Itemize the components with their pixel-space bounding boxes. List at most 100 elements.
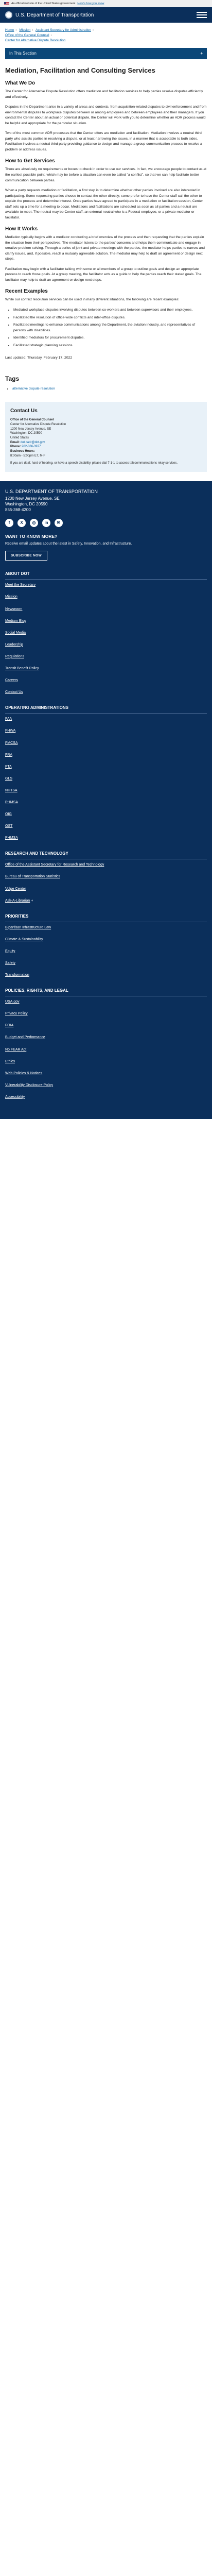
phone-link[interactable]: 202-366-3977	[22, 445, 41, 448]
contact-phone-row: Phone: 202-366-3977	[10, 445, 202, 449]
email-icon[interactable]: ✉	[55, 519, 63, 528]
breadcrumb-asa[interactable]: Assistant Secretary for Administration	[36, 28, 91, 32]
footer-link[interactable]: Volpe Center	[5, 887, 26, 891]
list-item: Facilitated the resolution of office-wid…	[13, 315, 207, 321]
footer-link[interactable]: GLS	[5, 777, 12, 781]
what-we-do-heading: What We Do	[5, 80, 36, 87]
footer-link[interactable]: Regulations	[5, 655, 24, 658]
footer-link[interactable]: Budget and Performance	[5, 1036, 45, 1039]
gov-banner: An official website of the United States…	[0, 0, 212, 7]
footer-link[interactable]: Safety	[5, 961, 15, 965]
footer-link[interactable]: Careers	[5, 679, 18, 682]
paragraph: Two of the most common ADR processes tha…	[5, 131, 202, 151]
footer-link[interactable]: Contact Us	[5, 690, 23, 694]
contact-org: Office of the General Counsel	[10, 418, 54, 422]
footer-link[interactable]: Transformation	[5, 973, 29, 977]
in-this-section-toggle[interactable]: In This Section +	[5, 48, 207, 60]
footer-link[interactable]: Ask-A-Librarian	[5, 899, 30, 903]
footer-link[interactable]: Web Policies & Notices	[5, 1072, 42, 1075]
contact-email-row: Email: dot.cadr@dot.gov	[10, 440, 202, 445]
footer-link[interactable]: Transit Benefit Policy	[5, 667, 39, 670]
footer-link[interactable]: Meet the Secretary	[5, 583, 36, 587]
list-item: Facilitated meetings to enhance communic…	[13, 323, 207, 333]
footer-link[interactable]: Bipartisan Infrastructure Law	[5, 926, 51, 929]
email-link[interactable]: dot.cadr@dot.gov	[21, 441, 45, 444]
footer-link[interactable]: NHTSA	[5, 789, 17, 792]
contact-heading: Contact Us	[10, 408, 38, 414]
footer-link[interactable]: OST	[5, 824, 12, 828]
how-it-works-heading: How It Works	[5, 226, 38, 232]
breadcrumb-mission[interactable]: Mission	[19, 28, 30, 32]
main-content: Mediation, Facilitation and Consulting S…	[0, 66, 212, 472]
hamburger-icon[interactable]	[197, 11, 207, 19]
footer-link[interactable]: Office of the Assistant Secretary for Re…	[5, 863, 104, 867]
footer-link[interactable]: Accessibility	[5, 1095, 25, 1099]
site-name[interactable]: U.S. Department of Transportation	[15, 11, 193, 19]
phone-label: Phone:	[10, 445, 21, 449]
paragraph: When a party requests mediation or facil…	[5, 189, 203, 219]
paragraph: There are absolutely no requirements or …	[5, 167, 207, 182]
tag-link[interactable]: alternative dispute resolution	[12, 387, 55, 391]
footer-link[interactable]: Climate & Sustainability	[5, 938, 43, 941]
breadcrumb: Home › Mission › Assistant Secretary for A…	[5, 28, 94, 42]
footer-link[interactable]: Leadership	[5, 643, 23, 647]
contact-box: Contact Us Office of the General Counsel…	[5, 402, 207, 472]
footer-link[interactable]: USA.gov	[5, 1000, 20, 1004]
contact-address: United States	[10, 436, 29, 439]
list-item: Facilitated strategic planning sessions.	[13, 343, 207, 349]
footer-link[interactable]: FRA	[5, 753, 12, 757]
plus-icon: +	[31, 899, 33, 903]
heres-how-you-know-link[interactable]: Here's how you know	[77, 2, 104, 6]
footer-link[interactable]: PHMSA	[5, 801, 18, 804]
tags-heading: Tags	[5, 375, 20, 383]
footer-link[interactable]: FOIA	[5, 1024, 13, 1027]
footer-link[interactable]: Equity	[5, 950, 15, 953]
social-links: f X ◎ in ✉	[5, 519, 207, 528]
footer-address: 1200 New Jersey Avenue, SE	[5, 496, 60, 501]
instagram-icon[interactable]: ◎	[30, 519, 38, 528]
footer-link[interactable]: Bureau of Transportation Statistics	[5, 875, 60, 878]
breadcrumb-ogc[interactable]: Office of the General Counsel	[5, 33, 49, 37]
about-heading: ABOUT DOT	[5, 571, 207, 580]
plus-icon: +	[200, 51, 203, 56]
gov-banner-text: An official website of the United States…	[11, 2, 76, 5]
footer-link[interactable]: No FEAR Act	[5, 1048, 26, 1052]
footer-link[interactable]: Mission	[5, 595, 17, 599]
footer-link[interactable]: FMCSA	[5, 741, 18, 745]
paragraph: Facilitation may begin with a facilitato…	[5, 267, 202, 282]
footer-link[interactable]: Vulnerability Disclosure Policy	[5, 1083, 53, 1087]
footer-link[interactable]: Medium Blog	[5, 619, 26, 623]
page-title: Mediation, Facilitation and Consulting S…	[5, 66, 155, 75]
recent-examples-heading: Recent Examples	[5, 289, 48, 295]
breadcrumb-home[interactable]: Home	[5, 28, 14, 32]
footer-org-name: U.S. DEPARTMENT OF TRANSPORTATION	[5, 489, 98, 495]
tag-item: alternative dispute resolution	[12, 386, 207, 392]
email-label: Email:	[10, 440, 20, 444]
dot-seal-logo[interactable]	[5, 11, 12, 19]
subscribe-button[interactable]: SUBSCRIBE NOW	[5, 550, 47, 561]
how-to-get-heading: How to Get Services	[5, 158, 55, 164]
footer-link[interactable]: OIG	[5, 812, 12, 816]
last-updated: Last updated: Thursday, February 17, 202…	[5, 356, 73, 360]
footer-link[interactable]: Ethics	[5, 1060, 15, 1063]
research-heading: RESEARCH AND TECHNOLOGY	[5, 851, 207, 860]
breadcrumb-cadr[interactable]: Center for Alternative Dispute Resolutio…	[5, 39, 65, 42]
footer-link[interactable]: FTA	[5, 765, 12, 769]
footer-link[interactable]: Privacy Policy	[5, 1012, 28, 1015]
priorities-heading: PRIORITIES	[5, 913, 207, 922]
footer-link[interactable]: FAA	[5, 717, 12, 721]
footer-link[interactable]: FHWA	[5, 729, 15, 733]
x-icon[interactable]: X	[17, 519, 26, 528]
hours-value: 8:00am - 5:00pm ET, M-F	[10, 454, 46, 457]
footer-phone: 855-368-4200	[5, 507, 31, 512]
footer-link[interactable]: PHMSA	[5, 836, 18, 840]
footer-link[interactable]: Social Media	[5, 631, 26, 635]
want-to-know-heading: WANT TO KNOW MORE?	[5, 534, 58, 539]
examples-list: Mediated workplace disputes involving di…	[13, 308, 207, 348]
linkedin-icon[interactable]: in	[42, 519, 50, 528]
footer-link[interactable]: Newsroom	[5, 607, 22, 611]
facebook-icon[interactable]: f	[5, 519, 13, 528]
site-header: U.S. Department of Transportation	[0, 7, 212, 23]
priorities-list: Bipartisan Infrastructure Law Climate & …	[5, 925, 207, 977]
want-to-know-desc: Receive email updates about the latest i…	[5, 541, 132, 546]
